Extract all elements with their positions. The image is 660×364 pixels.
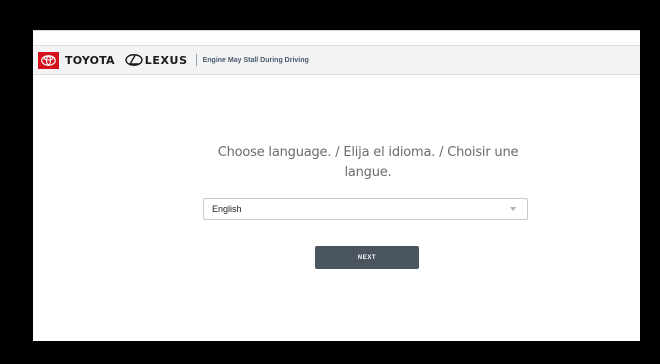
chevron-down-icon (510, 207, 516, 211)
toyota-logo-icon (38, 51, 59, 69)
language-prompt: Choose language. / Elija el idioma. / Ch… (217, 145, 519, 180)
next-button[interactable]: NEXT (315, 246, 419, 269)
lexus-wordmark: LEXUS (144, 53, 188, 67)
header-divider (195, 54, 197, 66)
site-header: TOYOTA LEXUS Engine May Stall During Dri… (33, 45, 640, 75)
lexus-emblem-icon (125, 54, 143, 66)
campaign-title: Engine May Stall During Driving (202, 56, 309, 64)
toyota-wordmark: TOYOTA (65, 53, 115, 67)
next-button-label: NEXT (357, 254, 377, 261)
lexus-logo: LEXUS (125, 54, 188, 67)
language-select[interactable]: English (203, 198, 528, 220)
app-window: TOYOTA LEXUS Engine May Stall During Dri… (33, 30, 640, 341)
language-select-value: English (212, 204, 242, 214)
